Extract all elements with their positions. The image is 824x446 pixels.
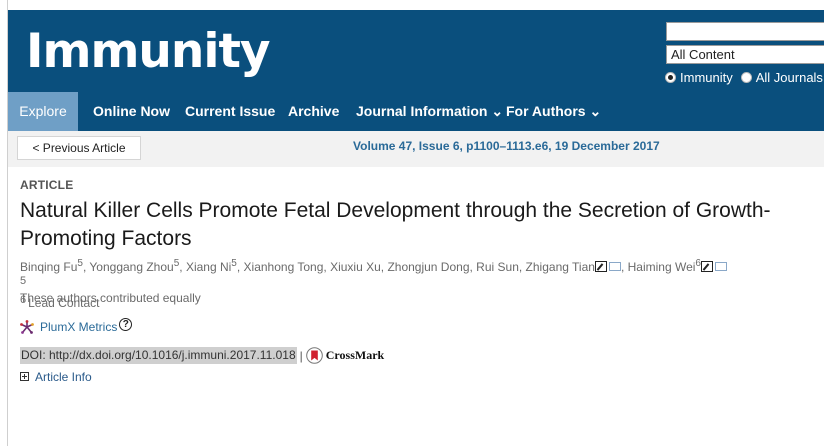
author-affiliation-sup: 5 — [77, 258, 83, 269]
volume-issue-link[interactable]: Volume 47, Issue 6, p1100–1113.e6, 19 De… — [353, 131, 660, 167]
article-info-label[interactable]: Article Info — [35, 370, 92, 384]
article-info-toggle[interactable]: Article Info — [20, 369, 92, 385]
author-name[interactable]: Xiuxiu Xu — [330, 260, 381, 274]
top-strip — [8, 0, 824, 10]
crossmark-icon[interactable] — [305, 347, 323, 365]
author-name[interactable]: Xianhong Tong — [244, 260, 324, 274]
article-subbar: < Previous Article Volume 47, Issue 6, p… — [8, 131, 824, 167]
doi-row: DOI: http://dx.doi.org/10.1016/j.immuni.… — [20, 347, 384, 367]
correspondence-icon[interactable] — [700, 261, 713, 272]
radio-all-journals-label[interactable]: All Journals — [756, 70, 823, 85]
note-marker: 5 — [20, 275, 27, 287]
author-list: Binqing Fu5, Yonggang Zhou5, Xiang Ni5, … — [20, 255, 820, 276]
author-name[interactable]: Yonggang Zhou — [89, 260, 173, 274]
author-name[interactable]: Xiang Ni — [186, 260, 231, 274]
correspondence-icon[interactable] — [594, 261, 607, 272]
nav-explore[interactable]: Explore — [8, 92, 78, 131]
author-affiliation-sup: 5 — [173, 258, 180, 269]
window-left-edge — [0, 0, 8, 446]
search-scope-select[interactable]: All Content — [666, 45, 824, 64]
author-name[interactable]: Zhigang Tian — [526, 260, 595, 274]
search-scope-radios: Immunity All Journals — [665, 68, 824, 88]
search-input[interactable] — [666, 22, 824, 41]
article-type: ARTICLE — [20, 178, 74, 192]
previous-article-button[interactable]: < Previous Article — [17, 136, 141, 160]
note-text: Lead Contact — [28, 296, 100, 310]
nav-journal-information[interactable]: Journal Information ⌄ — [356, 92, 503, 131]
radio-all-journals[interactable] — [740, 72, 752, 83]
radio-immunity-label[interactable]: Immunity — [680, 70, 733, 85]
doi-link[interactable]: DOI: http://dx.doi.org/10.1016/j.immuni.… — [20, 347, 297, 365]
doi-separator: | — [299, 348, 303, 363]
journal-logo[interactable]: Immunity — [26, 24, 271, 80]
nav-for-authors[interactable]: For Authors ⌄ — [506, 92, 601, 131]
author-name[interactable]: Haiming Wei — [628, 260, 696, 274]
nav-current-issue[interactable]: Current Issue — [185, 92, 275, 131]
help-icon[interactable]: ? — [119, 318, 133, 331]
plumx-icon[interactable] — [20, 320, 34, 334]
author-name[interactable]: Zhongjun Dong — [387, 260, 469, 274]
author-name[interactable]: Rui Sun — [476, 260, 519, 274]
plumx-metrics: PlumX Metrics? — [20, 316, 133, 338]
email-icon[interactable] — [608, 262, 621, 271]
site-header: Immunity All Content Immunity All Journal… — [8, 10, 824, 92]
radio-immunity[interactable] — [665, 72, 676, 83]
author-name[interactable]: Binqing Fu — [20, 260, 77, 274]
expand-icon[interactable] — [20, 372, 29, 381]
nav-online-now[interactable]: Online Now — [93, 92, 170, 131]
author-note: 6 Lead Contact — [20, 293, 100, 310]
crossmark-label[interactable]: CrossMark — [326, 348, 384, 363]
nav-archive[interactable]: Archive — [288, 92, 339, 131]
email-icon[interactable] — [714, 262, 727, 271]
plumx-link[interactable]: PlumX Metrics — [40, 320, 117, 334]
main-nav: Explore Online Now Current Issue Archive… — [8, 92, 824, 131]
article-title: Natural Killer Cells Promote Fetal Devel… — [20, 199, 771, 250]
author-affiliation-sup: 5 — [231, 258, 237, 269]
note-marker: 6 — [20, 294, 27, 306]
